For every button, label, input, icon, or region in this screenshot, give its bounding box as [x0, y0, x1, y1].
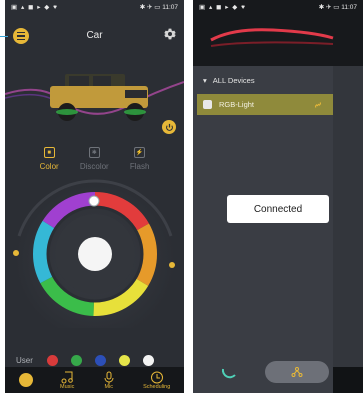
car-screen: ▣ ▴ ◼ ▸ ◆ ♥ ✱ ✈ ▭ 11:07 Car ■ Color ✱ Di…: [5, 0, 184, 393]
all-devices-label: ALL Devices: [212, 76, 255, 85]
status-left: ▣ ▴ ◼ ▸ ◆ ♥: [199, 4, 246, 11]
bulb-icon: [203, 100, 212, 109]
user-label: User: [16, 355, 33, 365]
brightness-high-icon: [169, 262, 175, 268]
color-wheel-area: [13, 179, 175, 328]
connected-toast: Connected: [227, 195, 329, 223]
user-color-white[interactable]: [142, 354, 154, 366]
music-icon: [61, 371, 74, 383]
bottom-tab-bar-partial: [333, 367, 363, 393]
status-bar: ▣ ▴ ◼ ▸ ◆ ♥ ✱ ✈ ▭ 11:07: [5, 0, 184, 14]
gear-icon[interactable]: [162, 26, 178, 42]
scan-button[interactable]: [265, 361, 329, 383]
bottom-tab-bar: Music Mic Scheduling: [5, 367, 184, 393]
user-color-red[interactable]: [46, 354, 58, 366]
home-icon: [18, 373, 33, 387]
color-wheel[interactable]: [33, 192, 157, 316]
wheel-picker-handle[interactable]: [88, 195, 100, 207]
mode-tabs: ■ Color ✱ Discolor ⚡ Flash: [5, 147, 184, 171]
user-colors: User: [10, 352, 179, 368]
device-list-screen: ▣ ▴ ◼ ▸ ◆ ♥ ✱ ✈ ▭ 11:07 ▾ ALL Devices RG…: [193, 0, 363, 393]
status-bar: ▣ ▴ ◼ ▸ ◆ ♥ ✱ ✈ ▭ 11:07: [193, 0, 363, 14]
power-icon: [165, 123, 173, 131]
mode-discolor[interactable]: ✱ Discolor: [80, 147, 109, 171]
tab-scheduling[interactable]: Scheduling: [143, 371, 170, 390]
mode-label: Flash: [129, 162, 150, 171]
page-title: Car: [86, 30, 103, 41]
mode-label: Discolor: [79, 162, 109, 171]
tab-label: Scheduling: [143, 383, 171, 390]
drawer-bottom: [193, 333, 333, 393]
caret-down-icon: ▾: [203, 76, 207, 85]
tab-label: Mic: [104, 383, 114, 390]
tab-mic[interactable]: Mic: [102, 371, 116, 390]
status-right: ✱ ✈ ▭ 11:07: [318, 4, 357, 11]
device-row-rgb-light[interactable]: RGB-Light: [197, 94, 333, 115]
color-mode-icon: ■: [43, 147, 55, 158]
discolor-mode-icon: ✱: [88, 147, 100, 158]
user-color-yellow[interactable]: [118, 354, 130, 366]
all-devices-header[interactable]: ▾ ALL Devices: [203, 76, 255, 85]
tab-label: Music: [60, 383, 75, 390]
mode-label: Color: [39, 162, 59, 171]
brightness-low-icon: [13, 250, 19, 256]
link-icon[interactable]: [313, 100, 323, 110]
clock-icon: [150, 371, 163, 383]
user-color-green[interactable]: [70, 354, 82, 366]
flash-mode-icon: ⚡: [134, 147, 146, 158]
mode-color[interactable]: ■ Color: [40, 147, 59, 171]
user-color-blue[interactable]: [94, 354, 106, 366]
car-image: [5, 74, 184, 121]
device-name: RGB-Light: [219, 100, 255, 109]
loading-spinner-icon: [221, 368, 236, 379]
mode-flash[interactable]: ⚡ Flash: [129, 147, 150, 171]
status-right: ✱ ✈ ▭ 11:07: [139, 4, 178, 11]
mic-icon: [104, 371, 114, 384]
tab-home[interactable]: [18, 373, 33, 387]
status-left: ▣ ▴ ◼ ▸ ◆ ♥: [11, 4, 58, 11]
tab-music[interactable]: Music: [60, 371, 74, 390]
network-icon: [291, 367, 303, 377]
power-button[interactable]: [162, 120, 176, 134]
annotation-line: [0, 36, 8, 37]
